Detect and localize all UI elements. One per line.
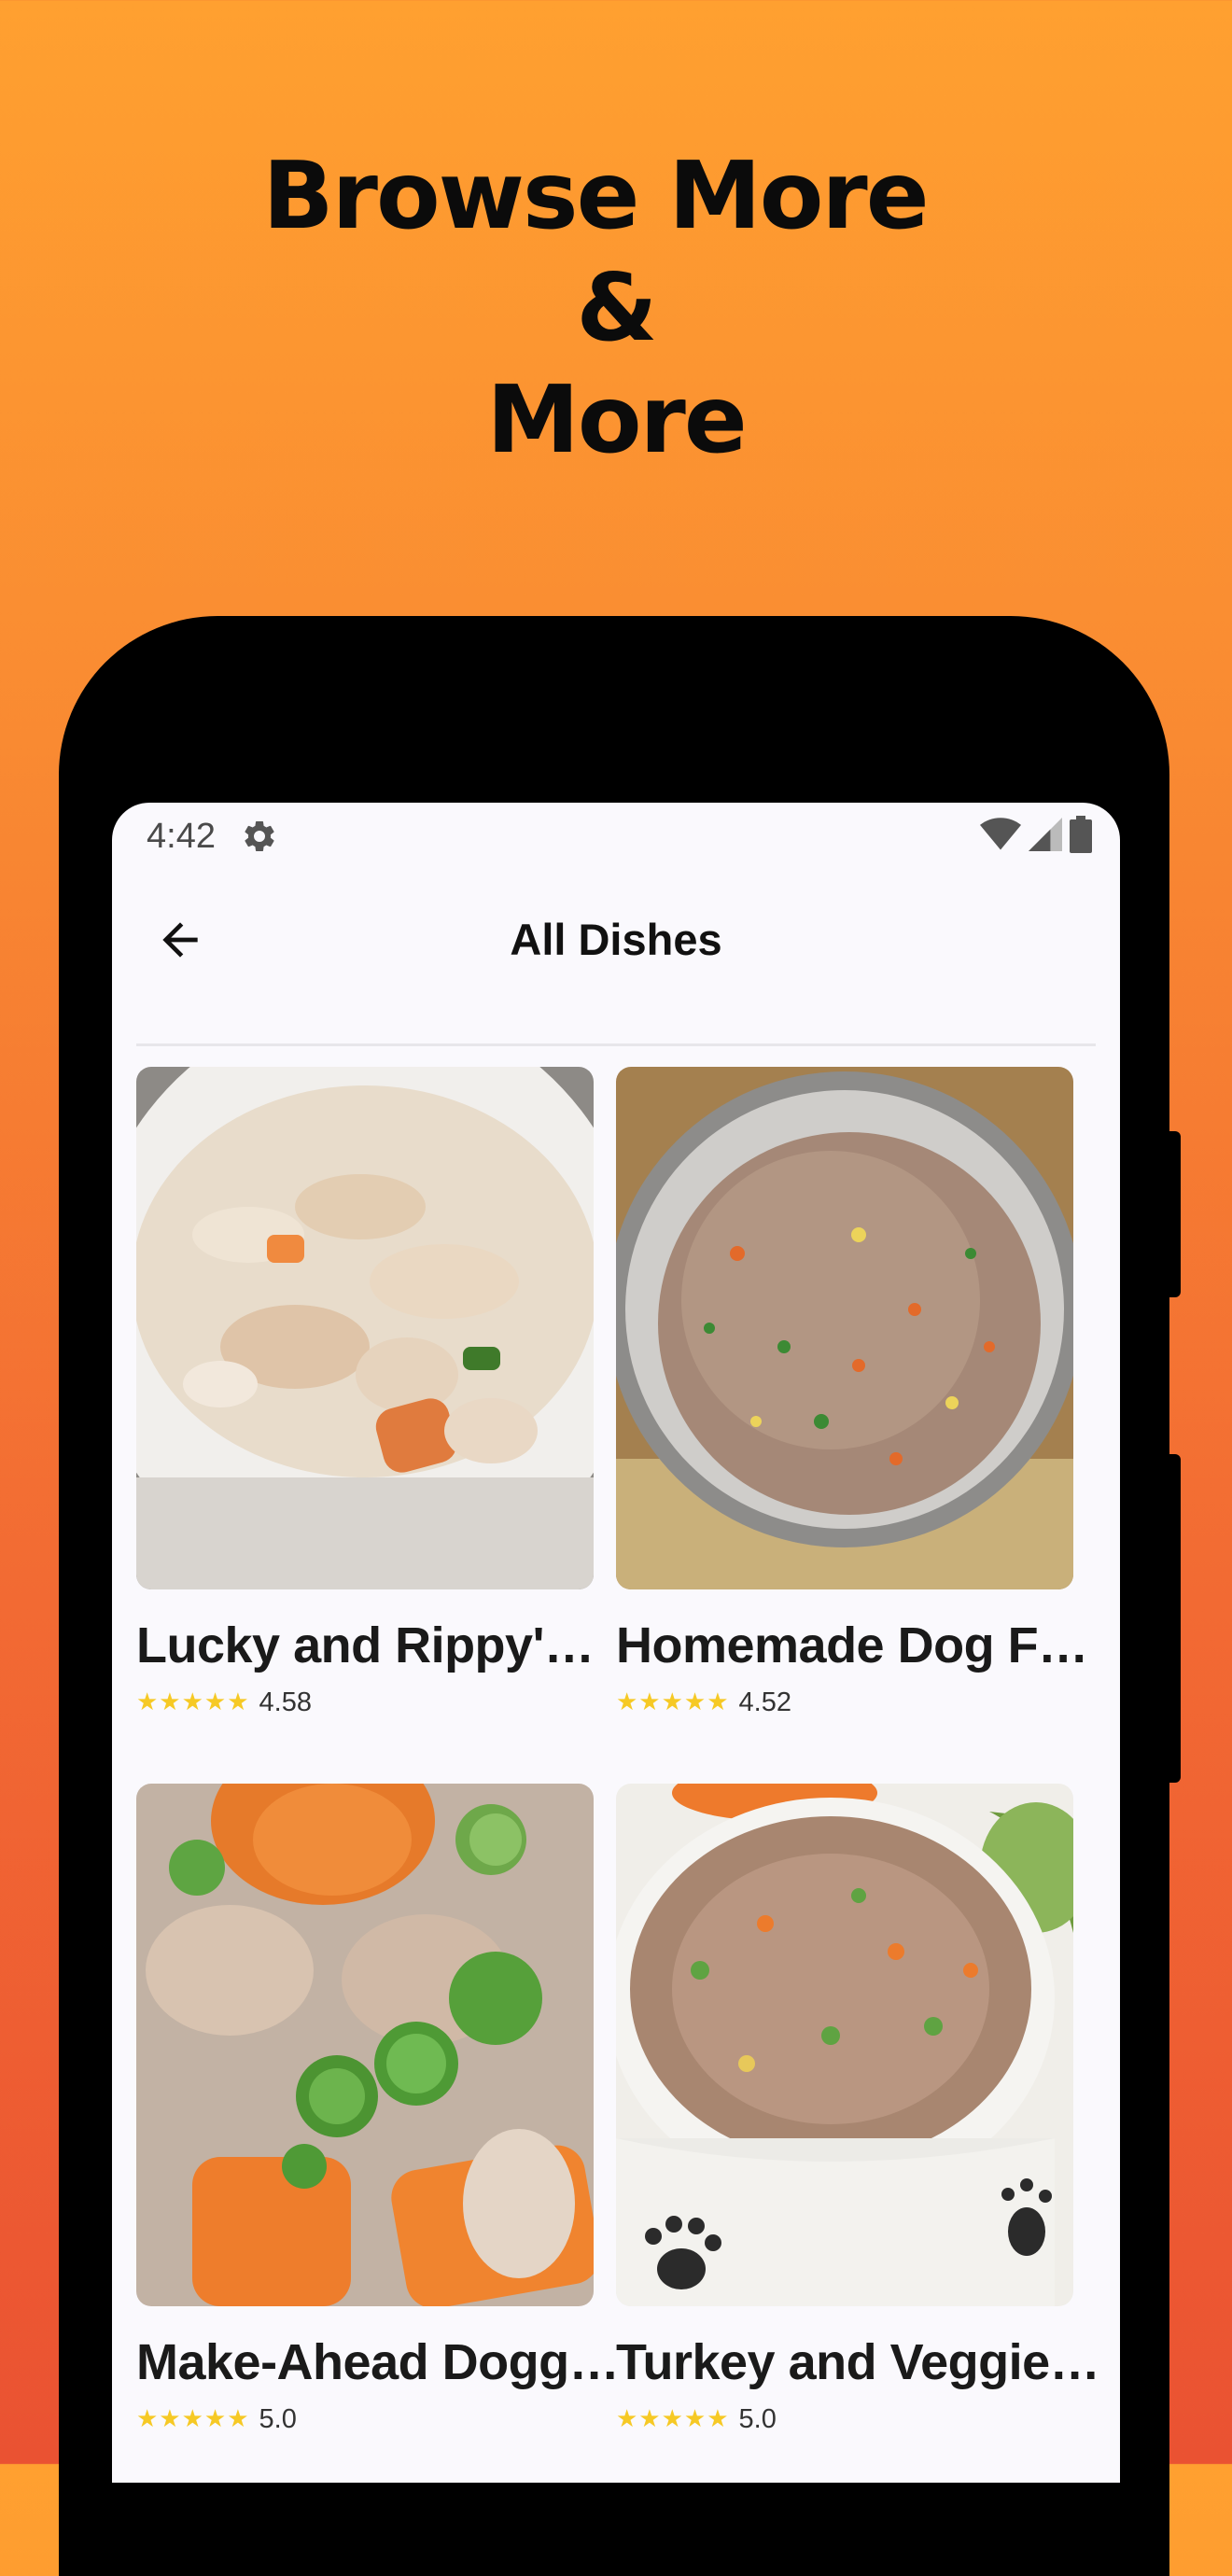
dish-rating: ★★★★★ 5.0 — [616, 2403, 1073, 2435]
star-rating-icon: ★★★★★ — [136, 1688, 250, 1716]
star-rating-icon: ★★★★★ — [136, 2405, 250, 2433]
phone-screen: 4:42 All Dishes Lucky and Rippy's ... ★★… — [112, 803, 1120, 2483]
phone-volume-button — [1167, 1454, 1181, 1783]
dish-image[interactable] — [136, 1067, 594, 1589]
dish-image[interactable] — [136, 1784, 594, 2306]
dish-title[interactable]: Homemade Dog Food — [616, 1616, 1101, 1675]
star-rating-icon: ★★★★★ — [616, 2405, 730, 2433]
dish-rating: ★★★★★ 5.0 — [136, 2403, 594, 2435]
dish-image[interactable] — [616, 1067, 1073, 1589]
dish-rating: ★★★★★ 4.52 — [616, 1687, 1073, 1718]
star-rating-icon: ★★★★★ — [616, 1688, 730, 1716]
status-icons — [980, 815, 1092, 858]
back-button[interactable] — [147, 907, 213, 973]
cell-signal-icon — [1029, 817, 1062, 857]
status-time: 4:42 — [147, 817, 216, 856]
battery-icon — [1070, 815, 1092, 858]
dish-title[interactable]: Make-Ahead Doggi... — [136, 2332, 622, 2392]
dish-card[interactable]: Homemade Dog Food ★★★★★ 4.52 — [616, 1067, 1101, 1718]
promo-headline: Browse More & More — [0, 140, 1232, 476]
rating-value: 4.58 — [259, 1687, 312, 1717]
headline-line-1: Browse More — [262, 141, 929, 250]
rating-value: 4.52 — [738, 1687, 791, 1717]
headline-line-3: More — [486, 365, 747, 474]
headline-line-2: & — [576, 253, 657, 362]
dish-card[interactable]: Turkey and Veggie ... ★★★★★ 5.0 — [616, 1784, 1101, 2435]
arrow-left-icon — [162, 922, 198, 958]
page-title: All Dishes — [510, 915, 722, 964]
dish-card[interactable]: Lucky and Rippy's ... ★★★★★ 4.58 — [136, 1067, 622, 1718]
dish-title[interactable]: Lucky and Rippy's ... — [136, 1616, 622, 1675]
gear-icon — [241, 818, 278, 855]
dish-title[interactable]: Turkey and Veggie ... — [616, 2332, 1101, 2392]
dish-card[interactable]: Make-Ahead Doggi... ★★★★★ 5.0 — [136, 1784, 622, 2435]
divider — [136, 1043, 1096, 1046]
status-bar: 4:42 — [112, 803, 1120, 870]
app-bar: All Dishes — [112, 870, 1120, 1010]
dish-rating: ★★★★★ 4.58 — [136, 1687, 594, 1718]
phone-power-button — [1167, 1131, 1181, 1297]
dish-image[interactable] — [616, 1784, 1073, 2306]
rating-value: 5.0 — [259, 2403, 297, 2434]
wifi-icon — [980, 817, 1021, 857]
rating-value: 5.0 — [738, 2403, 777, 2434]
